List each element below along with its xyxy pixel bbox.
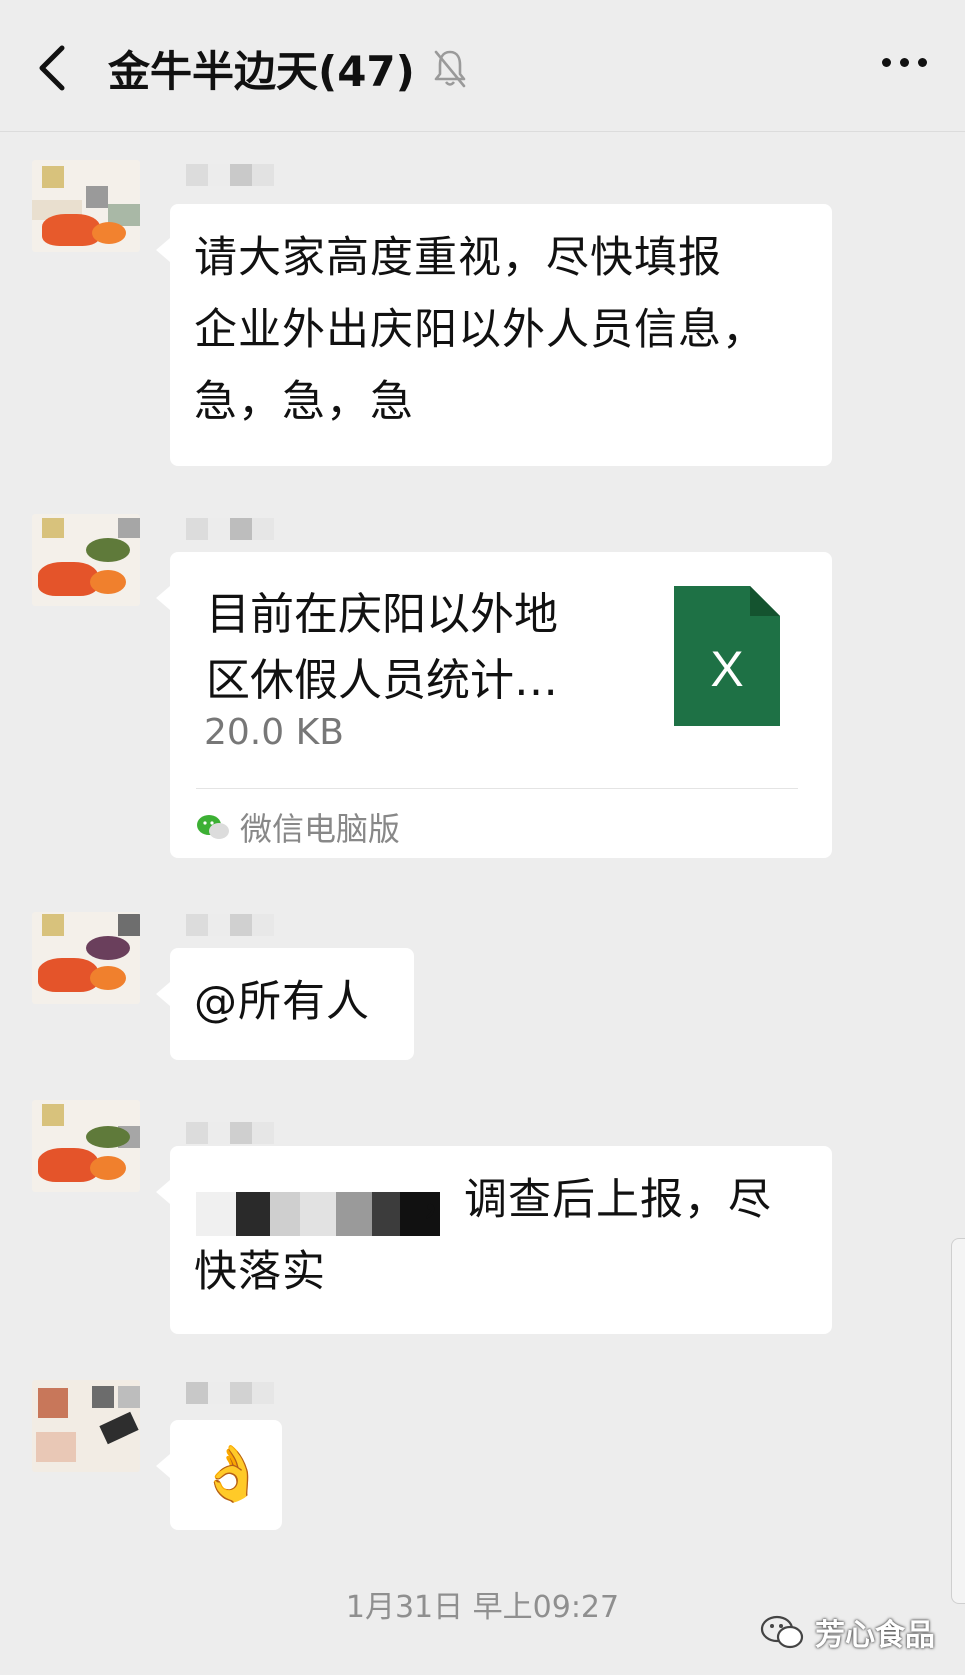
nickname-mosaic — [186, 1382, 274, 1404]
file-size: 20.0 KB — [204, 712, 344, 753]
message-bubble[interactable]: ，调查后上报，尽 快落实 — [156, 1146, 832, 1334]
wechat-icon — [197, 815, 229, 839]
excel-file-icon: X — [674, 586, 780, 726]
message-text-line: ，调查后上报，尽 — [420, 1175, 772, 1225]
ok-hand-emoji: 👌 — [198, 1442, 266, 1505]
message-text-line: 企业外出庆阳以外人员信息， — [194, 305, 766, 355]
redacted-mosaic — [196, 1192, 440, 1236]
svg-text:X: X — [710, 641, 743, 697]
source-label: 微信电脑版 — [240, 810, 401, 848]
message-text-line: @所有人 — [194, 977, 370, 1027]
avatar[interactable] — [32, 912, 140, 1004]
chevron-left-icon[interactable] — [34, 42, 70, 94]
nickname-mosaic — [186, 164, 274, 186]
watermark: 芳心食品 — [759, 1610, 935, 1654]
avatar[interactable] — [32, 514, 140, 606]
scrollbar[interactable] — [951, 1238, 965, 1604]
nickname-mosaic — [186, 518, 274, 540]
watermark-text: 芳心食品 — [815, 1618, 935, 1653]
avatar[interactable] — [32, 160, 140, 252]
nickname-mosaic — [186, 914, 274, 936]
emoji-bubble[interactable]: 👌 — [156, 1420, 282, 1530]
chat-header: 金牛半边天(47) — [0, 0, 965, 132]
file-title-line: 目前在庆阳以外地 — [206, 589, 558, 640]
file-title-line: 区休假人员统计… — [206, 655, 558, 706]
divider — [196, 788, 798, 789]
message-bubble[interactable]: @所有人 — [156, 948, 414, 1060]
message-bubble[interactable]: 请大家高度重视，尽快填报 企业外出庆阳以外人员信息， 急，急，急 — [156, 204, 832, 466]
chat-title: 金牛半边天(47) — [108, 46, 415, 96]
wechat-icon — [760, 1615, 804, 1649]
message-text-line: 快落实 — [194, 1247, 326, 1297]
more-dots-icon[interactable] — [882, 58, 927, 67]
file-source: 微信电脑版 — [196, 804, 400, 850]
nickname-mosaic — [186, 1122, 274, 1144]
bell-off-icon — [434, 50, 466, 88]
avatar[interactable] — [32, 1100, 140, 1192]
message-text-line: 请大家高度重视，尽快填报 — [194, 233, 722, 283]
message-text-line: 急，急，急 — [194, 377, 414, 427]
avatar[interactable] — [32, 1380, 140, 1472]
file-message-card[interactable]: 目前在庆阳以外地 区休假人员统计… 20.0 KB X 微信电脑版 — [156, 552, 832, 858]
